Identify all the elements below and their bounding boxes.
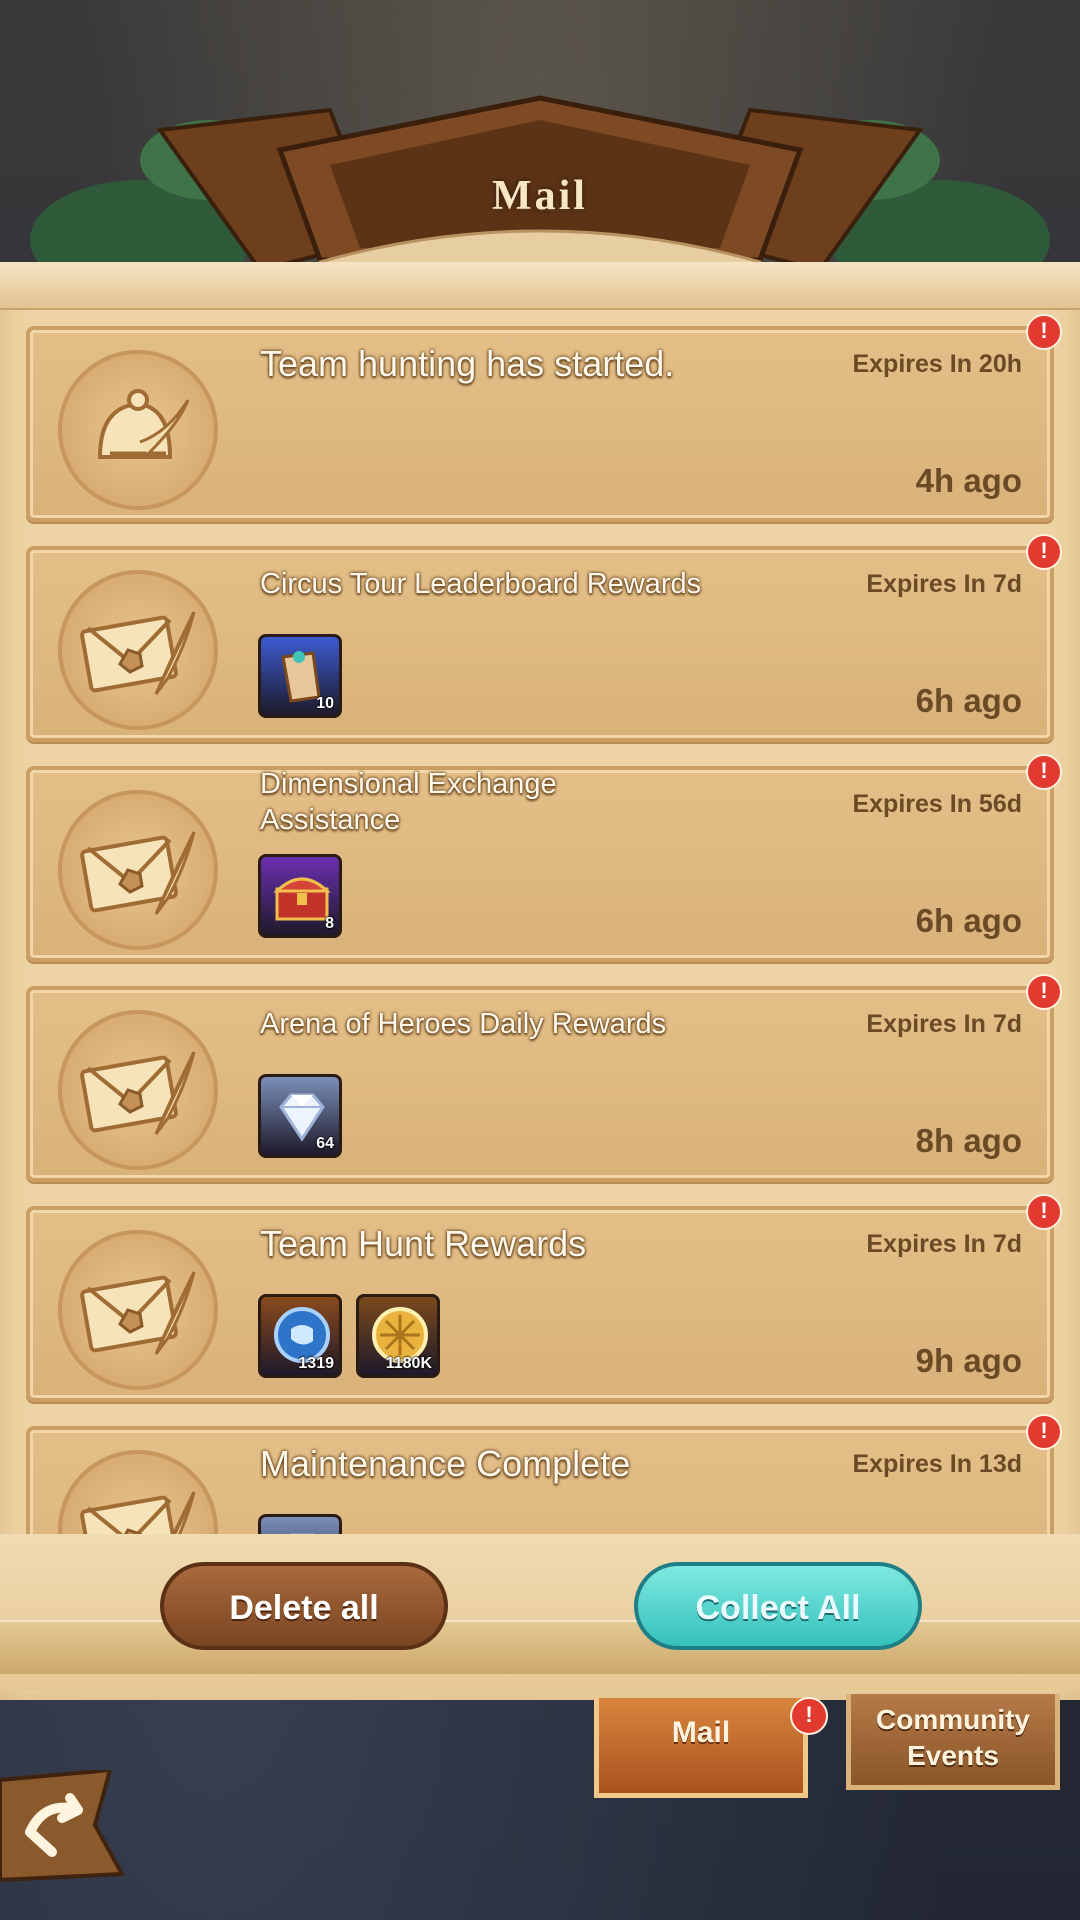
bell-feather-icon (58, 350, 218, 510)
mail-expiry: Expires In 13d (852, 1450, 1022, 1478)
mail-expiry: Expires In 7d (866, 1230, 1022, 1258)
unread-alert-badge: ! (1026, 974, 1062, 1010)
page-title: Mail (492, 173, 588, 219)
reward-quantity: 1319 (298, 1355, 334, 1372)
reward-item[interactable]: 64 (258, 1074, 342, 1158)
reward-item[interactable]: 1180K (356, 1294, 440, 1378)
reward-item[interactable]: 1319 (258, 1294, 342, 1378)
tab-community-label-line2: Events (907, 1740, 999, 1771)
mail-title: Dimensional Exchange Assistance (260, 768, 557, 836)
unread-alert-badge: ! (1026, 314, 1062, 350)
delete-all-button[interactable]: Delete all (160, 1562, 448, 1650)
mail-title: Maintenance Complete (260, 1443, 631, 1484)
tab-mail[interactable]: Mail (594, 1698, 808, 1798)
mail-expiry: Expires In 20h (852, 350, 1022, 378)
unread-alert-badge: ! (1026, 1194, 1062, 1230)
tab-community-events[interactable]: Community Events (846, 1694, 1060, 1790)
envelope-quill-icon (58, 1010, 218, 1170)
bottom-trim (0, 1620, 1080, 1674)
mail-expiry: Expires In 56d (852, 790, 1022, 818)
mail-item[interactable]: Circus Tour Leaderboard Rewards Expires I… (26, 534, 1062, 742)
reward-item[interactable]: 10 (258, 634, 342, 718)
envelope-quill-icon (58, 1450, 218, 1534)
unread-alert-badge: ! (1026, 1414, 1062, 1450)
collect-all-button[interactable]: Collect All (634, 1562, 922, 1650)
reward-quantity: 8 (325, 915, 334, 932)
mail-received-time: 6h ago (915, 682, 1022, 719)
back-arrow-icon (0, 1767, 126, 1883)
mail-expiry: Expires In 7d (866, 570, 1022, 598)
tab-community-label-line1: Community (876, 1704, 1030, 1735)
mail-item[interactable]: Team Hunt Rewards Expires In 7d 9h ago 1319… (26, 1194, 1062, 1402)
reward-item[interactable] (258, 1514, 342, 1534)
mail-expiry: Expires In 7d (866, 1010, 1022, 1038)
mail-list[interactable]: Team hunting has started. Expires In 20h 4… (0, 312, 1080, 1534)
mail-title: Arena of Heroes Daily Rewards (260, 1008, 667, 1040)
envelope-quill-icon (58, 1230, 218, 1390)
reward-item[interactable]: 8 (258, 854, 342, 938)
reward-quantity: 10 (316, 695, 334, 712)
mail-title: Team Hunt Rewards (260, 1223, 587, 1264)
unread-alert-badge: ! (1026, 534, 1062, 570)
back-button[interactable] (0, 1767, 126, 1883)
mail-item[interactable]: Maintenance Complete Expires In 13d! (26, 1414, 1062, 1534)
envelope-quill-icon (58, 570, 218, 730)
mail-item[interactable]: Dimensional Exchange Assistance Expires I… (26, 754, 1062, 962)
tab-mail-label: Mail (671, 1716, 731, 1749)
reward-quantity: 1180K (385, 1355, 432, 1372)
mail-received-time: 6h ago (915, 902, 1022, 939)
panel-top-trim (0, 262, 1080, 310)
mail-item[interactable]: Team hunting has started. Expires In 20h 4… (26, 314, 1062, 522)
mail-received-time: 4h ago (915, 462, 1022, 499)
mail-title: Circus Tour Leaderboard Rewards (260, 568, 702, 600)
tab-mail-alert-badge: ! (790, 1697, 828, 1735)
unread-alert-badge: ! (1026, 754, 1062, 790)
mail-title: Team hunting has started. (260, 343, 675, 384)
envelope-quill-icon (58, 790, 218, 950)
mail-item[interactable]: Arena of Heroes Daily Rewards Expires In … (26, 974, 1062, 1182)
mail-received-time: 8h ago (915, 1122, 1022, 1159)
reward-quantity: 64 (316, 1135, 334, 1152)
mail-received-time: 9h ago (915, 1342, 1022, 1379)
